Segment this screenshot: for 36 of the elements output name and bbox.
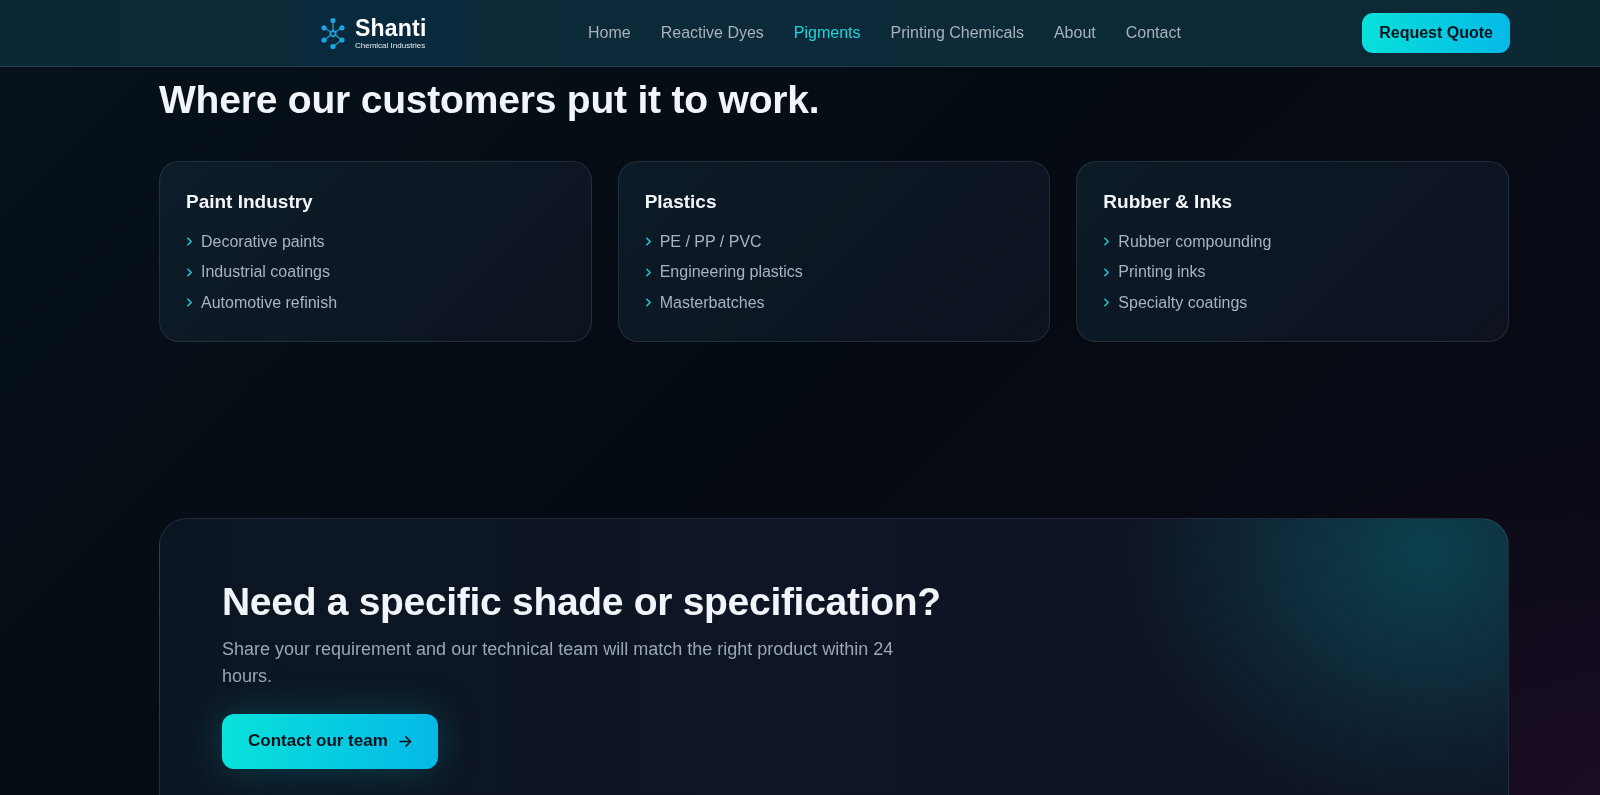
card-title: Rubber & Inks bbox=[1103, 189, 1234, 214]
nav-link[interactable]: Printing Chemicals bbox=[890, 24, 1024, 42]
list-item-text: Engineering plastics bbox=[659, 263, 803, 282]
chevron-icon bbox=[1104, 298, 1110, 308]
nav-link[interactable]: Home bbox=[588, 24, 631, 42]
banner-text: Share your requirement and our technical team will match the right product within 24 hours. bbox=[222, 637, 895, 688]
chevron-icon bbox=[645, 267, 651, 277]
chevron-icon bbox=[645, 237, 651, 247]
banner-heading: Need a specific shade or specification? bbox=[222, 578, 942, 625]
chevron-icon bbox=[187, 298, 192, 308]
contact-button[interactable]: Contact our team bbox=[222, 713, 438, 769]
molecule-icon bbox=[320, 16, 346, 50]
chevron-icon bbox=[1104, 267, 1110, 277]
nav-link[interactable]: About bbox=[1053, 24, 1096, 42]
chevron-icon bbox=[645, 298, 651, 308]
card-title: Plastics bbox=[644, 189, 718, 214]
card-title: Paint Industry bbox=[186, 189, 314, 214]
nav-link[interactable]: Reactive Dyes bbox=[660, 24, 764, 42]
list-item-text: Industrial coatings bbox=[201, 263, 330, 282]
list-item-text: Rubber compounding bbox=[1118, 232, 1272, 251]
arrow-icon bbox=[398, 735, 412, 747]
logo-name: Shanti bbox=[355, 16, 427, 40]
list-item-text: Automotive refinish bbox=[201, 293, 338, 312]
list-item-text: Decorative paints bbox=[201, 232, 325, 251]
list-item-text: PE / PP / PVC bbox=[659, 232, 762, 251]
logo-tagline: Chemical Industries bbox=[355, 41, 427, 50]
chevron-icon bbox=[187, 267, 192, 277]
list-item-text: Printing inks bbox=[1118, 263, 1206, 282]
request-quote-button[interactable]: Request Quote bbox=[1362, 13, 1510, 53]
chevron-icon bbox=[187, 237, 192, 247]
list-item-text: Masterbatches bbox=[659, 293, 765, 312]
section-heading: Where our customers put it to work. bbox=[159, 77, 821, 123]
chevron-icon bbox=[1104, 237, 1110, 247]
list-item-text: Specialty coatings bbox=[1118, 293, 1248, 312]
nav-link[interactable]: Contact bbox=[1125, 24, 1181, 42]
nav-link[interactable]: Pigments bbox=[793, 24, 861, 42]
